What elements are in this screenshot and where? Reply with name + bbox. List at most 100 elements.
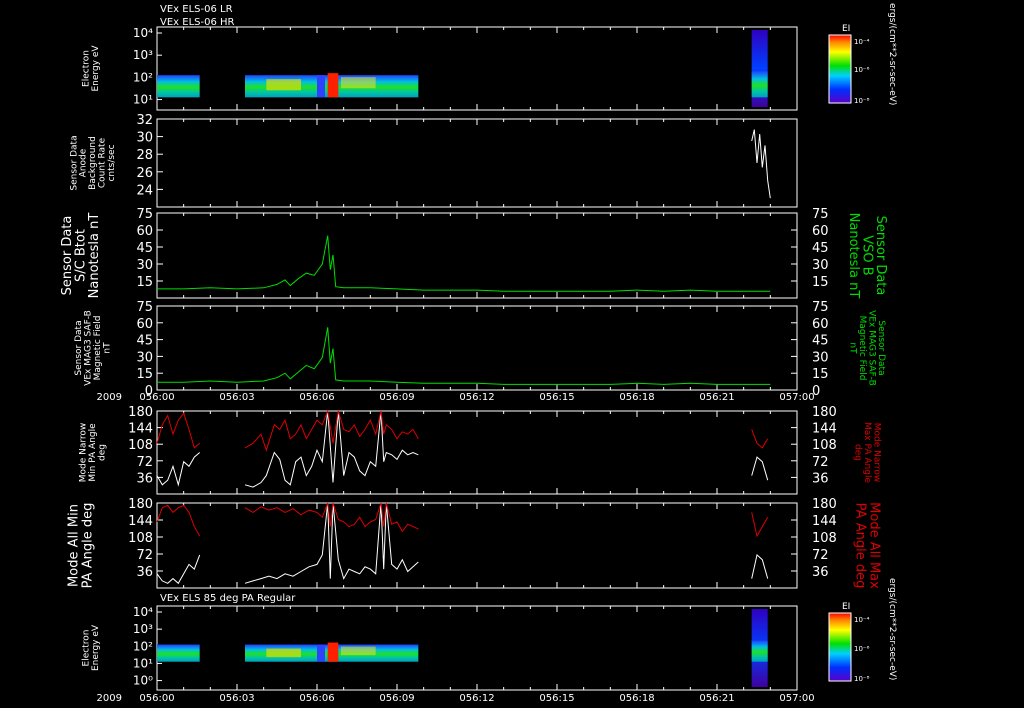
spectrogram-block xyxy=(751,71,768,98)
y-tick-label: 45 xyxy=(136,334,153,349)
series-line-0 xyxy=(751,456,769,481)
series-line-0 xyxy=(157,327,771,385)
y-tick-label-right: 108 xyxy=(812,531,837,546)
spectrogram-hotspot xyxy=(327,73,339,98)
y-axis-label-right-line: Nanotesla nT xyxy=(846,213,861,299)
y-tick-label-right: 144 xyxy=(812,422,837,437)
x-tick-label: 056:18 xyxy=(619,693,654,704)
y-tick-label: 144 xyxy=(128,422,153,437)
colorbar-bottom-gradient xyxy=(828,612,852,682)
x-tick-label: 056:09 xyxy=(379,392,414,403)
x-tick-label: 056:21 xyxy=(699,693,734,704)
y-tick-label-right: 30 xyxy=(812,350,829,365)
y-tick-label: 15 xyxy=(136,275,153,290)
x-tick-label: 056:06 xyxy=(299,693,334,704)
y-tick-label: 72 xyxy=(136,548,153,563)
y-tick-label-right: 36 xyxy=(812,471,829,486)
colorbar-bottom: EI 10⁻⁴ 10⁻⁶ 10⁻⁸ ergs/(cm**2-sr-sec-eV) xyxy=(828,578,897,683)
x-tick-label: 056:15 xyxy=(539,392,574,403)
spectrogram-hotspot xyxy=(327,642,339,662)
series-line-1 xyxy=(156,504,201,537)
colorbar-top-tick-mid: 10⁻⁶ xyxy=(854,66,870,74)
x-tick-label: 056:03 xyxy=(219,693,254,704)
year-label: 2009 xyxy=(97,693,122,704)
panel-frame-4 xyxy=(156,410,798,495)
y-tick-label-right: 36 xyxy=(812,565,829,580)
panel-frame-1 xyxy=(156,118,798,208)
series-line-0 xyxy=(244,410,419,488)
series-line-1 xyxy=(751,512,769,538)
y-tick-label-right: 108 xyxy=(812,438,837,453)
spectrogram-hotspot xyxy=(266,79,301,91)
colorbar-bottom-tick-low: 10⁻⁸ xyxy=(854,675,870,683)
y-tick-label: 108 xyxy=(128,531,153,546)
y-axis-label-line: Energy eV xyxy=(91,624,101,671)
y-tick-label: 75 xyxy=(136,207,153,222)
spectrogram-hotspot xyxy=(317,644,325,662)
series-line-0 xyxy=(157,235,771,292)
y-tick-label: 10³ xyxy=(133,48,153,62)
x-tick-label: 056:03 xyxy=(219,392,254,403)
y-tick-label: 180 xyxy=(128,405,153,420)
y-axis-label-line: deg xyxy=(98,444,108,461)
panel-frame-0 xyxy=(156,26,798,111)
y-tick-label-right: 75 xyxy=(812,300,829,315)
spectrogram-block xyxy=(157,644,200,662)
y-tick-label: 36 xyxy=(136,471,153,486)
colorbar-top-tick-high: 10⁻⁴ xyxy=(854,38,870,46)
y-tick-label: 10⁴ xyxy=(133,26,153,40)
colorbar-bottom-units: ergs/(cm**2-sr-sec-eV) xyxy=(887,578,897,680)
chart-figure: VEx ELS-06 LR VEx ELS-06 HR VEx ELS 85 d… xyxy=(60,3,897,704)
y-axis-label-right-line: PA Angle deg xyxy=(853,503,868,589)
y-tick-label: 10¹ xyxy=(133,93,153,107)
y-tick-label-right: 15 xyxy=(812,275,829,290)
x-tick-label: 056:00 xyxy=(139,392,174,403)
colorbar-bottom-tick-mid: 10⁻⁶ xyxy=(854,645,870,653)
y-tick-label: 60 xyxy=(136,317,153,332)
header-line1: VEx ELS-06 LR xyxy=(160,4,233,15)
spectrogram-hotspot xyxy=(341,646,376,656)
colorbar-top-gradient xyxy=(828,34,852,104)
year-label: 2009 xyxy=(97,392,122,403)
y-tick-label-right: 45 xyxy=(812,241,829,256)
y-axis-label-right-line: nT xyxy=(848,342,858,354)
spectrogram-block xyxy=(751,640,768,662)
y-axis-label-line: Nanotesla nT xyxy=(87,213,102,299)
panel-frame-3 xyxy=(156,305,798,391)
panel-frame-5 xyxy=(156,502,798,589)
colorbar-bottom-tick-high: 10⁻⁴ xyxy=(854,616,870,624)
x-tick-label: 057:00 xyxy=(779,392,814,403)
y-tick-label: 144 xyxy=(128,514,153,529)
y-tick-label: 28 xyxy=(136,148,153,163)
x-tick-label: 056:21 xyxy=(699,392,734,403)
series-line-0 xyxy=(751,129,771,199)
x-tick-label: 057:00 xyxy=(779,693,814,704)
series-line-1 xyxy=(751,429,769,449)
y-tick-label: 15 xyxy=(136,367,153,382)
x-tick-label: 056:12 xyxy=(459,392,494,403)
y-tick-label-right: 60 xyxy=(812,224,829,239)
y-axis-label-line: Energy eV xyxy=(91,45,101,92)
y-tick-label: 30 xyxy=(136,131,153,146)
colorbar-top-label: EI xyxy=(842,24,850,34)
y-axis-label-line: cnts/sec xyxy=(107,144,117,181)
spectrogram-hotspot xyxy=(266,648,301,658)
y-tick-label-right: 180 xyxy=(812,497,837,512)
series-line-0 xyxy=(751,553,769,579)
header-line2: VEx ELS-06 HR xyxy=(160,17,235,28)
y-tick-label: 10¹ xyxy=(133,656,153,670)
y-tick-label-right: 60 xyxy=(812,317,829,332)
y-tick-label: 24 xyxy=(136,183,153,198)
spectrogram-hotspot xyxy=(341,77,376,89)
panel-frame-2 xyxy=(156,212,798,299)
y-tick-label: 36 xyxy=(136,565,153,580)
series-line-1 xyxy=(244,409,419,452)
y-tick-label: 75 xyxy=(136,300,153,315)
y-tick-label-right: 72 xyxy=(812,455,829,470)
y-tick-label: 30 xyxy=(136,350,153,365)
x-tick-label: 056:15 xyxy=(539,693,574,704)
y-tick-label: 30 xyxy=(136,258,153,273)
y-tick-label: 180 xyxy=(128,497,153,512)
y-tick-label: 26 xyxy=(136,166,153,181)
y-tick-label: 10³ xyxy=(133,622,153,636)
